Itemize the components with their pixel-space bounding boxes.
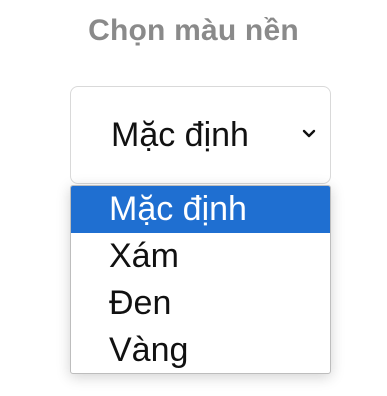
- background-color-select[interactable]: Mặc định: [70, 86, 331, 184]
- select-current-value: Mặc định: [111, 116, 249, 154]
- option-xam[interactable]: Xám: [71, 233, 330, 280]
- option-mac-dinh[interactable]: Mặc định: [71, 186, 330, 233]
- background-picker-page: Chọn màu nền Mặc định Mặc định Xám Đen V…: [0, 0, 387, 396]
- chevron-down-icon: [302, 129, 316, 138]
- option-den[interactable]: Đen: [71, 280, 330, 327]
- select-dropdown-list: Mặc định Xám Đen Vàng: [70, 185, 331, 374]
- option-vang[interactable]: Vàng: [71, 327, 330, 373]
- page-title: Chọn màu nền: [88, 14, 299, 47]
